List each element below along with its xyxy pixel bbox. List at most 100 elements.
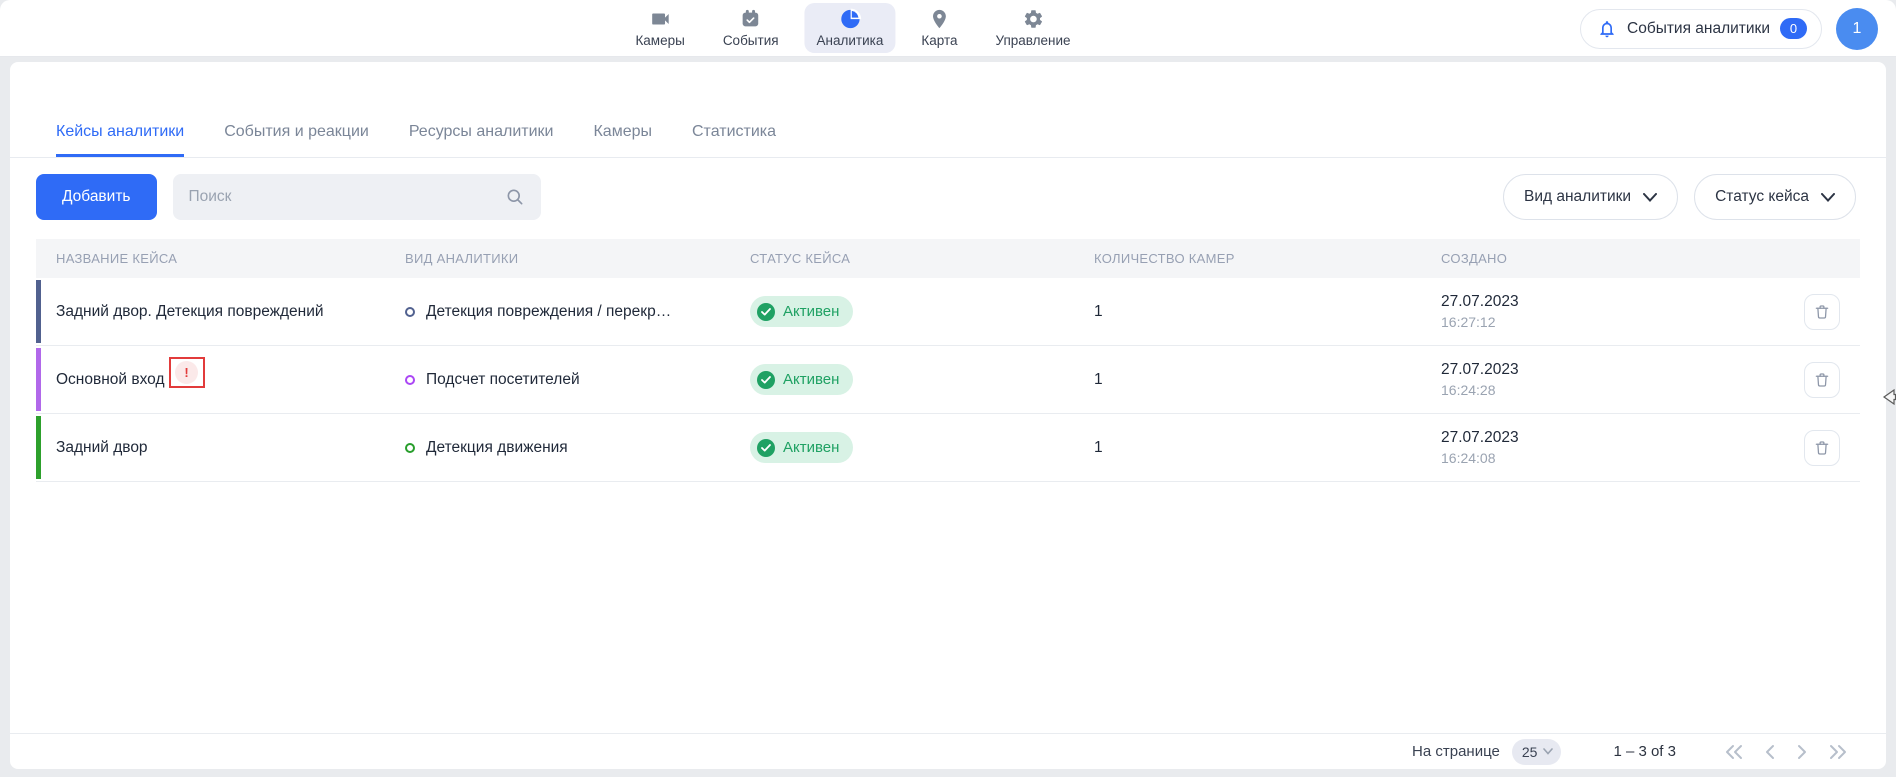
double-chevron-right-icon (1828, 744, 1848, 760)
chevron-down-icon (1643, 193, 1657, 202)
chevron-left-icon (1764, 744, 1776, 760)
chevron-down-icon (1543, 748, 1553, 755)
videocam-icon (649, 8, 671, 30)
table-row[interactable]: Основной вход ! Подсчет посетителей Акти… (36, 346, 1860, 414)
calendar-check-icon (740, 8, 762, 30)
topbar-right: События аналитики 0 1 (1580, 8, 1878, 49)
tab-cameras[interactable]: Камеры (593, 123, 652, 157)
nav-item-map[interactable]: Карта (909, 3, 969, 53)
analytics-type-ring-icon (405, 307, 415, 317)
created-time: 16:24:28 (1441, 382, 1804, 398)
case-name: Задний двор. Детекция повреждений (56, 303, 324, 321)
last-page-button[interactable] (1828, 744, 1848, 760)
analytics-type-label: Детекция движения (426, 439, 568, 457)
content-card: Кейсы аналитики События и реакции Ресурс… (10, 62, 1886, 769)
alert-highlight-box: ! (169, 357, 205, 388)
filter-case-status[interactable]: Статус кейса (1694, 174, 1856, 220)
created-date: 27.07.2023 (1441, 429, 1804, 447)
camera-count: 1 (1094, 371, 1441, 389)
analytics-type-label: Детекция повреждения / перекр… (426, 303, 671, 321)
trash-icon (1813, 303, 1831, 321)
check-circle-icon (757, 371, 775, 389)
status-badge: Активен (750, 432, 853, 463)
pie-chart-icon (839, 8, 861, 30)
search-input[interactable] (189, 188, 505, 206)
top-bar: Камеры События Аналитика (0, 0, 1896, 57)
case-name: Задний двор (56, 439, 148, 457)
created-date: 27.07.2023 (1441, 361, 1804, 379)
filter-case-status-label: Статус кейса (1715, 188, 1809, 206)
col-header-case-name: НАЗВАНИЕ КЕЙСА (36, 251, 405, 266)
table-footer: На странице 25 1 – 3 of 3 (10, 733, 1886, 769)
pagination (1724, 744, 1848, 760)
status-label: Активен (783, 371, 839, 388)
filter-analytics-type-label: Вид аналитики (1524, 188, 1631, 206)
filters: Вид аналитики Статус кейса (1503, 174, 1856, 220)
status-badge: Активен (750, 364, 853, 395)
analytics-type-ring-icon (405, 443, 415, 453)
nav-label: Аналитика (817, 33, 884, 48)
status-badge: Активен (750, 296, 853, 327)
double-chevron-left-icon (1724, 744, 1744, 760)
row-accent-bar (36, 348, 41, 411)
tab-analytics-cases[interactable]: Кейсы аналитики (56, 123, 184, 157)
col-header-created: СОЗДАНО (1441, 251, 1804, 266)
tab-statistics[interactable]: Статистика (692, 123, 776, 157)
tab-bar: Кейсы аналитики События и реакции Ресурс… (10, 62, 1886, 158)
nav-label: Камеры (635, 33, 684, 48)
analytics-events-label: События аналитики (1627, 20, 1770, 38)
app-root: { "colors": { "brand_blue": "#2f6bf6", "… (0, 0, 1896, 777)
camera-count: 1 (1094, 303, 1441, 321)
analytics-events-button[interactable]: События аналитики 0 (1580, 9, 1822, 49)
cases-table: НАЗВАНИЕ КЕЙСА ВИД АНАЛИТИКИ СТАТУС КЕЙС… (36, 239, 1860, 482)
created-date: 27.07.2023 (1441, 293, 1804, 311)
tab-events-reactions[interactable]: События и реакции (224, 123, 369, 157)
col-header-case-status: СТАТУС КЕЙСА (750, 251, 1094, 266)
nav-label: События (723, 33, 779, 48)
per-page-select[interactable]: 25 (1512, 739, 1562, 765)
delete-button[interactable] (1804, 294, 1840, 330)
nav-item-analytics[interactable]: Аналитика (805, 3, 896, 53)
delete-button[interactable] (1804, 430, 1840, 466)
col-header-camera-count: КОЛИЧЕСТВО КАМЕР (1094, 251, 1441, 266)
main-nav: Камеры События Аналитика (623, 0, 1082, 56)
chevron-down-icon (1821, 193, 1835, 202)
table-header: НАЗВАНИЕ КЕЙСА ВИД АНАЛИТИКИ СТАТУС КЕЙС… (36, 239, 1860, 278)
status-label: Активен (783, 303, 839, 320)
first-page-button[interactable] (1724, 744, 1744, 760)
created-time: 16:27:12 (1441, 314, 1804, 330)
chevron-right-icon (1796, 744, 1808, 760)
per-page-value: 25 (1522, 744, 1538, 760)
toolbar: Добавить Вид аналитики Статус кейса (36, 174, 1856, 220)
nav-label: Карта (921, 33, 957, 48)
trash-icon (1813, 371, 1831, 389)
table-row[interactable]: Задний двор Детекция движения Активен 1 … (36, 414, 1860, 482)
next-page-button[interactable] (1796, 744, 1808, 760)
trash-icon (1813, 439, 1831, 457)
check-circle-icon (757, 439, 775, 457)
add-button[interactable]: Добавить (36, 174, 157, 220)
row-accent-bar (36, 280, 41, 343)
search-icon (505, 187, 525, 207)
nav-item-events[interactable]: События (711, 3, 791, 53)
table-row[interactable]: Задний двор. Детекция повреждений Детекц… (36, 278, 1860, 346)
nav-item-management[interactable]: Управление (984, 3, 1083, 53)
col-header-analytics-type: ВИД АНАЛИТИКИ (405, 251, 750, 266)
analytics-type-label: Подсчет посетителей (426, 371, 580, 389)
pagination-range: 1 – 3 of 3 (1613, 743, 1676, 760)
filter-analytics-type[interactable]: Вид аналитики (1503, 174, 1678, 220)
mouse-cursor (1882, 388, 1896, 411)
gear-icon (1022, 8, 1044, 30)
avatar[interactable]: 1 (1836, 8, 1878, 50)
analytics-type-ring-icon (405, 375, 415, 385)
delete-button[interactable] (1804, 362, 1840, 398)
created-time: 16:24:08 (1441, 450, 1804, 466)
warning-icon: ! (175, 361, 198, 384)
events-count-badge: 0 (1780, 18, 1807, 39)
camera-count: 1 (1094, 439, 1441, 457)
search-box[interactable] (173, 174, 541, 220)
tab-analytics-resources[interactable]: Ресурсы аналитики (409, 123, 554, 157)
nav-item-cameras[interactable]: Камеры (623, 3, 696, 53)
prev-page-button[interactable] (1764, 744, 1776, 760)
created-cell: 27.07.2023 16:27:12 (1441, 293, 1804, 330)
